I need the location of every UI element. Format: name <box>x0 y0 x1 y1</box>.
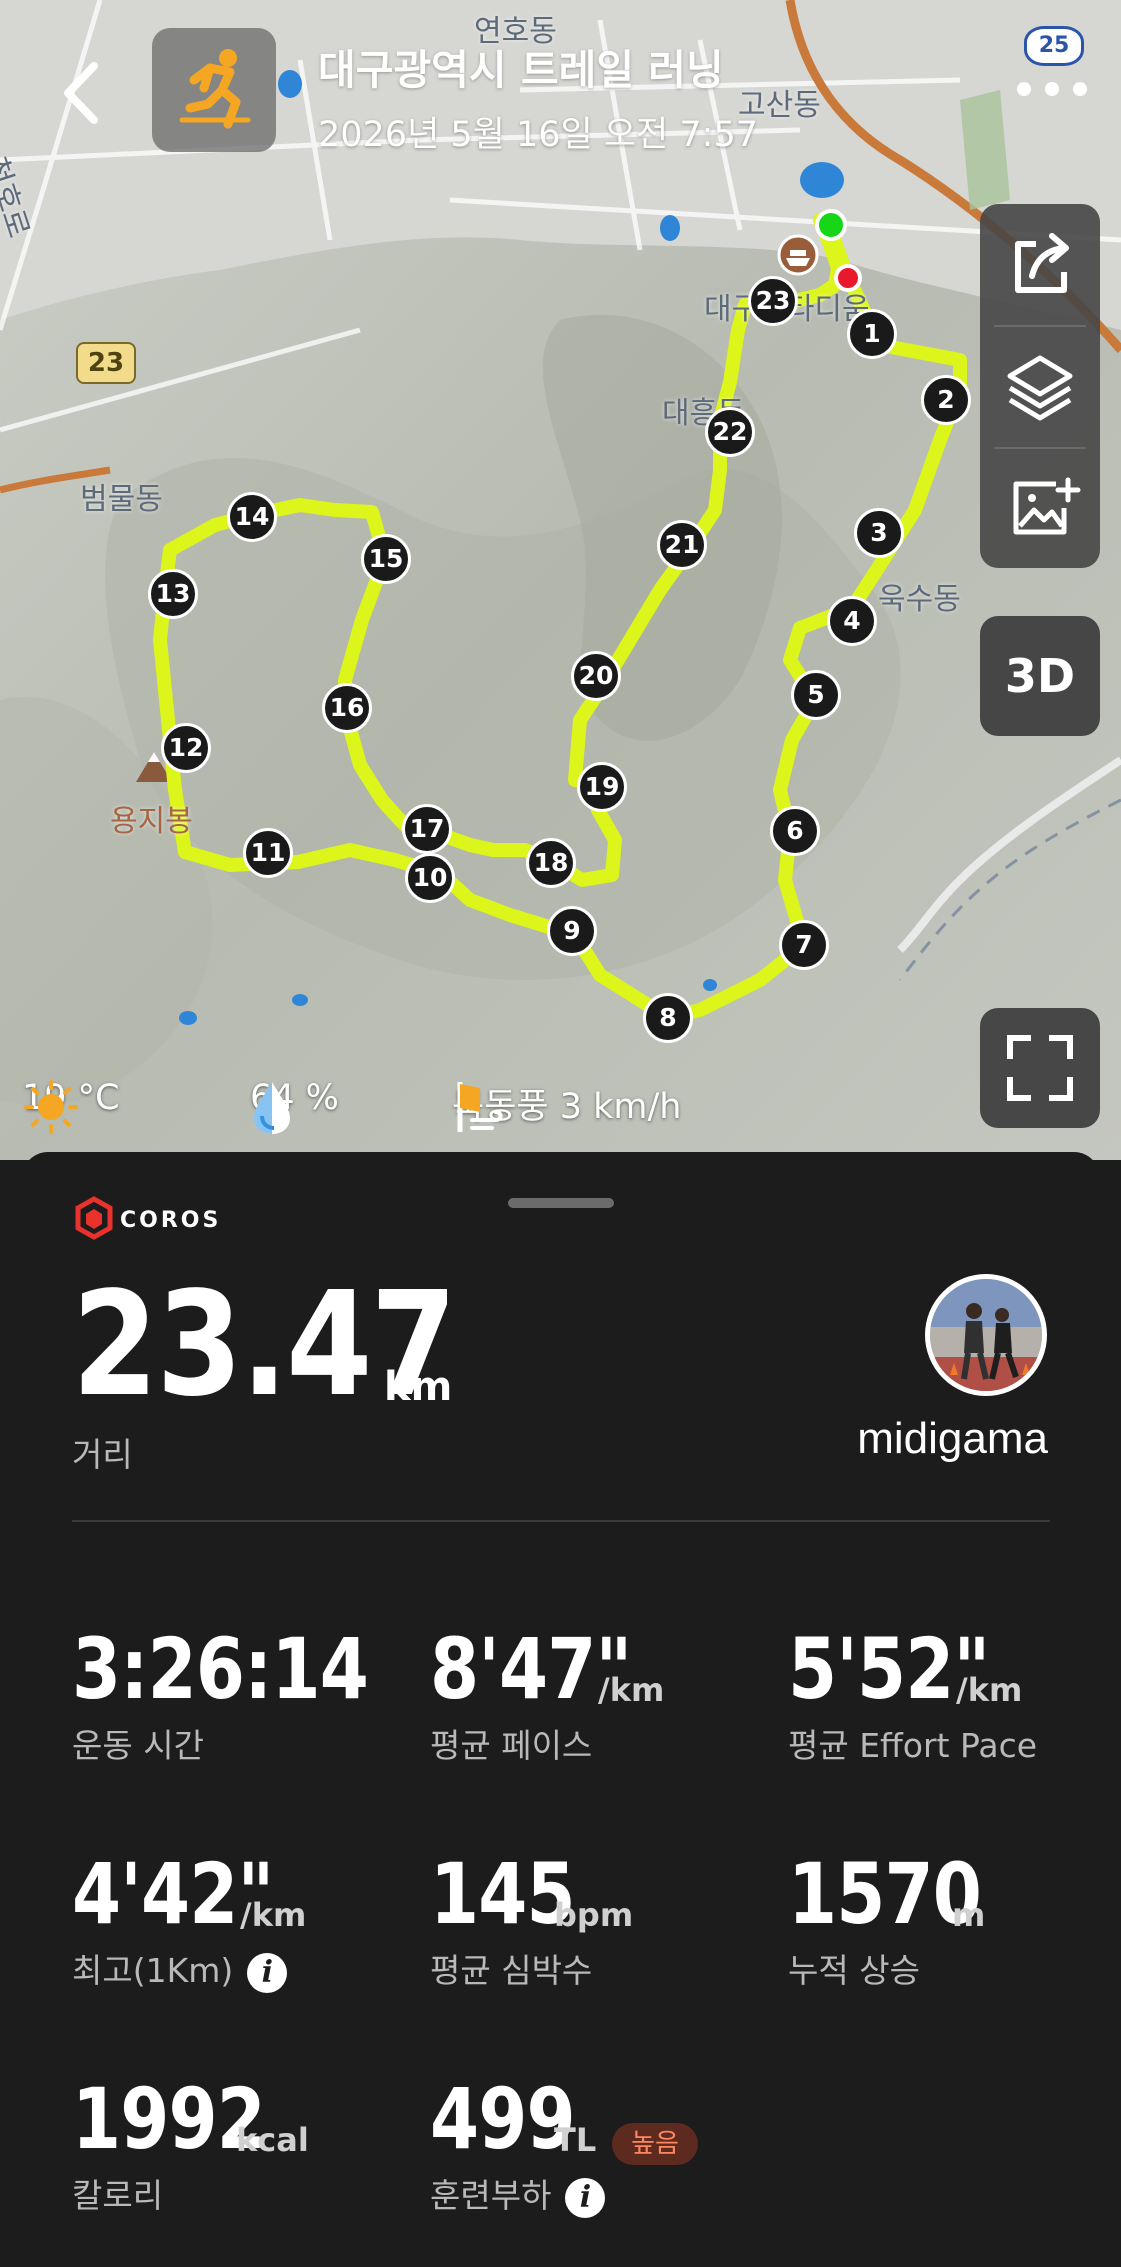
effort-pace-unit: /km <box>956 1671 1023 1709</box>
add-photo-button[interactable] <box>980 448 1100 568</box>
km-marker-11[interactable]: 11 <box>243 828 293 878</box>
best-1km-label: 최고(1Km) <box>72 1951 234 1990</box>
sun-icon <box>24 1080 78 1134</box>
km-marker-22[interactable]: 22 <box>705 407 755 457</box>
fullscreen-button[interactable] <box>980 1008 1100 1128</box>
wind-flag-icon <box>457 1082 503 1132</box>
km-marker-14[interactable]: 14 <box>227 492 277 542</box>
training-load-label: 훈련부하 <box>430 2176 552 2215</box>
info-icon[interactable]: i <box>247 1952 288 1993</box>
km-marker-17[interactable]: 17 <box>402 804 452 854</box>
notification-badge[interactable]: 25 <box>1024 26 1084 66</box>
km-marker-9[interactable]: 9 <box>547 906 597 956</box>
info-icon[interactable]: i <box>565 2177 606 2218</box>
share-icon <box>1015 233 1069 293</box>
km-marker-16[interactable]: 16 <box>322 683 372 733</box>
km-marker-19[interactable]: 19 <box>577 762 627 812</box>
calories-unit: kcal <box>236 2121 309 2159</box>
km-marker-12[interactable]: 12 <box>161 723 211 773</box>
back-button[interactable] <box>56 58 106 128</box>
effort-pace-label: 평균 Effort Pace <box>788 1726 1038 1765</box>
coros-logo: COROS <box>74 1196 258 1246</box>
trail-run-icon <box>179 49 251 129</box>
route-map[interactable]: 연호동 고산동 청호로 로 23 범물동 대흥동 대구스타디움 욱수동 용지봉 … <box>0 0 1121 1160</box>
km-marker-21[interactable]: 21 <box>657 520 707 570</box>
weather-temperature: 19 °C <box>22 1078 120 1134</box>
km-marker-5[interactable]: 5 <box>791 670 841 720</box>
elevation-gain-unit: m <box>952 1896 986 1934</box>
add-image-icon <box>1013 477 1081 535</box>
share-button[interactable] <box>980 204 1100 324</box>
activity-summary-sheet: COROS 23.47 km 거리 midigama 3:26:14 운동 시간… <box>22 1152 1100 2267</box>
duration-label: 운동 시간 <box>72 1726 204 1765</box>
distance-unit: km <box>384 1364 453 1410</box>
avg-pace-unit: /km <box>598 1671 665 1709</box>
chevron-left-icon <box>64 62 98 124</box>
more-dots-icon <box>1017 82 1087 96</box>
km-marker-8[interactable]: 8 <box>643 993 693 1043</box>
km-marker-15[interactable]: 15 <box>361 534 411 584</box>
activity-type-icon <box>152 28 276 152</box>
heart-rate-unit: bpm <box>554 1896 634 1934</box>
map-label-uksu: 욱수동 <box>878 582 961 617</box>
map-layers-button[interactable] <box>980 326 1100 446</box>
activity-title: 대구광역시 트레일 러닝 <box>318 46 724 94</box>
divider <box>72 1520 1050 1522</box>
best-1km-unit: /km <box>240 1896 307 1934</box>
km-marker-2[interactable]: 2 <box>921 375 971 425</box>
training-load-unit: TL <box>554 2121 597 2159</box>
km-marker-3[interactable]: 3 <box>854 508 904 558</box>
svg-text:COROS: COROS <box>120 1208 221 1233</box>
elevation-gain-label: 누적 상승 <box>788 1951 920 1990</box>
km-marker-1[interactable]: 1 <box>847 309 897 359</box>
map-label-bummul: 범물동 <box>80 482 163 517</box>
calories-label: 칼로리 <box>72 2176 164 2215</box>
avg-pace-label: 평균 페이스 <box>430 1726 593 1765</box>
avatar-photo <box>930 1279 1042 1391</box>
training-load-label-row: 훈련부하 i <box>430 2169 606 2218</box>
user-avatar[interactable] <box>925 1274 1047 1396</box>
km-marker-4[interactable]: 4 <box>827 596 877 646</box>
km-marker-10[interactable]: 10 <box>405 853 455 903</box>
km-marker-18[interactable]: 18 <box>526 838 576 888</box>
km-marker-13[interactable]: 13 <box>148 569 198 619</box>
map-label-yongji: 용지봉 <box>110 804 193 839</box>
more-options-button[interactable] <box>1012 78 1092 100</box>
best-1km-label-row: 최고(1Km) i <box>72 1944 288 1993</box>
km-marker-23[interactable]: 23 <box>748 276 798 326</box>
heart-rate-label: 평균 심박수 <box>430 1951 593 1990</box>
username[interactable]: midigama <box>857 1414 1048 1464</box>
layers-icon <box>1007 355 1073 421</box>
humidity-drop-icon <box>254 1082 290 1134</box>
toggle-3d-button[interactable]: 3D <box>980 616 1100 736</box>
weather-wind: 북동풍 3 km/h <box>452 1078 681 1132</box>
road-number-shield: 23 <box>76 342 136 384</box>
km-marker-20[interactable]: 20 <box>571 651 621 701</box>
coros-brand-icon: COROS <box>75 1196 221 1240</box>
km-marker-6[interactable]: 6 <box>770 806 820 856</box>
km-marker-7[interactable]: 7 <box>779 920 829 970</box>
route-start-marker <box>815 209 847 241</box>
duration-value: 3:26:14 <box>72 1620 369 1718</box>
distance-label: 거리 <box>72 1435 133 1474</box>
fullscreen-icon <box>1007 1035 1073 1101</box>
sheet-drag-handle[interactable] <box>508 1198 614 1208</box>
training-load-badge: 높음 <box>612 2123 698 2165</box>
weather-humidity: 64 % <box>250 1078 339 1134</box>
activity-datetime: 2026년 5월 16일 오전 7:57 <box>318 115 758 155</box>
map-controls-panel <box>980 204 1100 568</box>
